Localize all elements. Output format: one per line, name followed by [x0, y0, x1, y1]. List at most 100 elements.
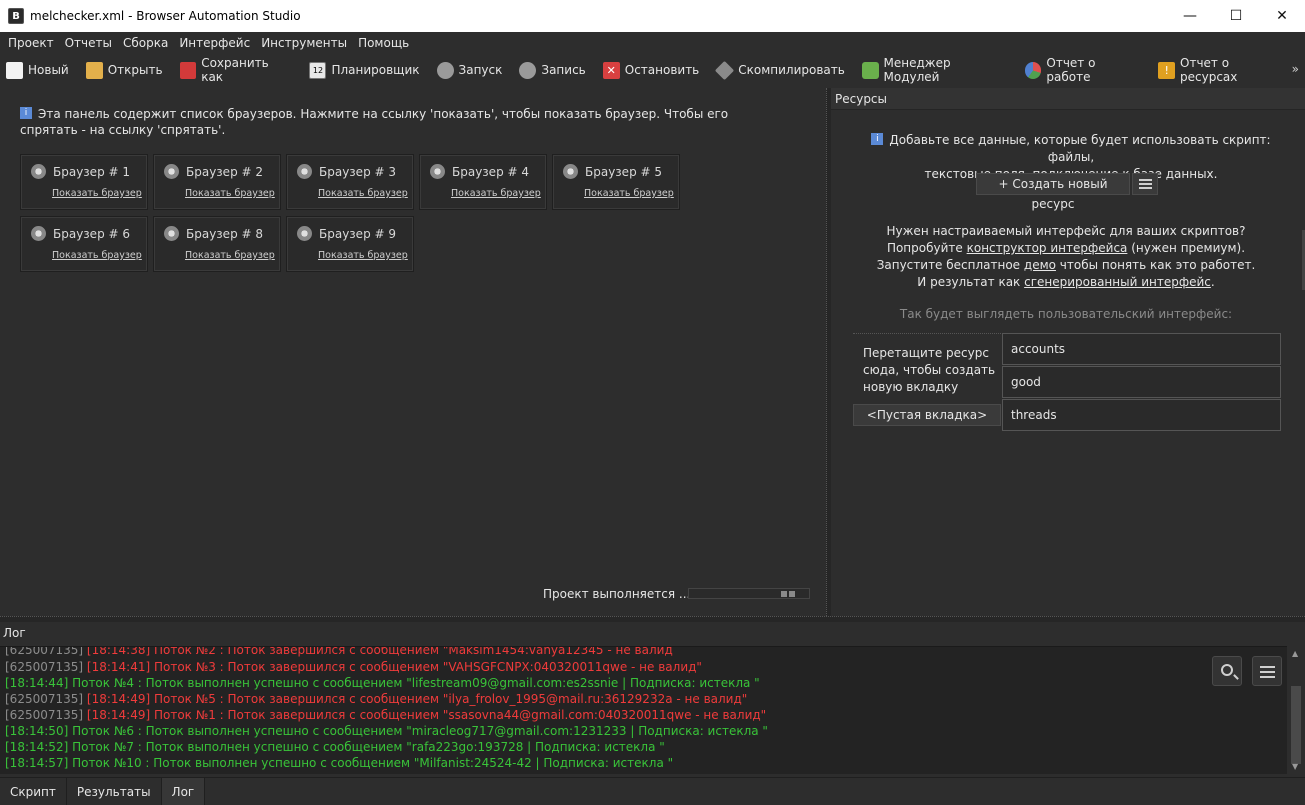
- browser-status-icon: [563, 164, 578, 179]
- stop-icon: ✕: [602, 61, 620, 79]
- close-button[interactable]: ✕: [1259, 0, 1305, 32]
- scheduler-button[interactable]: 12 Планировщик: [309, 61, 420, 79]
- resources-panel: Ресурсы i Добавьте все данные, которые бу…: [831, 88, 1305, 616]
- work-report-button[interactable]: Отчет о работе: [1024, 56, 1142, 84]
- tab-results[interactable]: Результаты: [66, 778, 162, 805]
- new-button-label: Новый: [28, 63, 69, 77]
- browser-name: Браузер # 1: [53, 164, 131, 179]
- browser-card: Браузер # 1 Показать браузер: [20, 154, 148, 210]
- empty-tab-button[interactable]: <Пустая вкладка>: [853, 404, 1001, 426]
- browser-card: Браузер # 8 Показать браузер: [153, 216, 281, 272]
- browser-card: Браузер # 3 Показать браузер: [286, 154, 414, 210]
- log-line: [625007135] [18:14:49] Поток №1 : Поток …: [5, 708, 767, 722]
- menu-icon: [1260, 666, 1275, 668]
- record-icon: [519, 61, 537, 79]
- browser-card: Браузер # 5 Показать браузер: [552, 154, 680, 210]
- info-icon: i: [871, 133, 884, 145]
- scroll-up-icon[interactable]: ▲: [1292, 649, 1298, 658]
- log-line: [18:14:44] Поток №4 : Поток выполнен усп…: [5, 676, 760, 690]
- tab-script[interactable]: Скрипт: [0, 778, 67, 805]
- browser-card: Браузер # 4 Показать браузер: [419, 154, 547, 210]
- scroll-thumb[interactable]: [1291, 686, 1301, 764]
- project-status: Проект выполняется ...: [543, 587, 691, 601]
- toolbar: Новый Открыть Сохранить как 12 Планировщи…: [0, 56, 1305, 84]
- browser-name: Браузер # 8: [186, 226, 264, 241]
- save-as-button[interactable]: Сохранить как: [179, 56, 293, 84]
- calendar-icon: 12: [309, 61, 327, 79]
- show-browser-link[interactable]: Показать браузер: [52, 250, 142, 261]
- resources-menu-button[interactable]: [1132, 173, 1158, 195]
- create-resource-button[interactable]: + Создать новый ресурс: [976, 173, 1130, 211]
- folder-icon: [85, 61, 103, 79]
- preview-caption: Так будет выглядеть пользовательский инт…: [899, 307, 1233, 321]
- browser-status-icon: [297, 164, 312, 179]
- resource-report-button[interactable]: ! Отчет о ресурсах: [1158, 56, 1288, 84]
- pie-chart-icon: [1024, 61, 1042, 79]
- scroll-down-icon[interactable]: ▼: [1292, 762, 1298, 771]
- log-scrollbar[interactable]: ▲ ▼: [1287, 646, 1305, 774]
- menu-help[interactable]: Помощь: [354, 36, 416, 50]
- toolbar-overflow-icon[interactable]: »: [1292, 62, 1299, 76]
- app-icon: B: [8, 8, 24, 24]
- resource-report-button-label: Отчет о ресурсах: [1180, 56, 1238, 84]
- bottom-tabs: Скрипт Результаты Лог: [0, 777, 1305, 805]
- puzzle-icon: [861, 61, 879, 79]
- show-browser-link[interactable]: Показать браузер: [185, 188, 275, 199]
- menu-project[interactable]: Проект: [4, 36, 61, 50]
- window-title: melchecker.xml - Browser Automation Stud…: [30, 9, 301, 23]
- show-browser-link[interactable]: Показать браузер: [52, 188, 142, 199]
- resource-field-threads[interactable]: threads: [1002, 399, 1281, 431]
- log-tools: [1212, 656, 1292, 686]
- show-browser-link[interactable]: Показать браузер: [318, 188, 408, 199]
- log-line: [18:14:50] Поток №6 : Поток выполнен усп…: [5, 724, 768, 738]
- compile-button-label: Скомпилировать: [738, 63, 845, 77]
- browser-name: Браузер # 6: [53, 226, 131, 241]
- browser-card: Браузер # 6 Показать браузер: [20, 216, 148, 272]
- menu-interface[interactable]: Интерфейс: [175, 36, 257, 50]
- promo-line1: Нужен настраиваемый интерфейс для ваших …: [886, 224, 1246, 238]
- progress-block: [789, 591, 795, 597]
- interface-promo: Нужен настраиваемый интерфейс для ваших …: [876, 224, 1256, 289]
- resources-info-line1: Добавьте все данные, которые будет испол…: [889, 133, 1271, 164]
- log-title: Лог: [0, 622, 1305, 646]
- stop-button[interactable]: ✕ Остановить: [602, 61, 699, 79]
- browser-status-icon: [430, 164, 445, 179]
- browser-status-icon: [31, 226, 46, 241]
- drop-zone[interactable]: Перетащите ресурс сюда, чтобы создать но…: [853, 333, 1001, 401]
- log-menu-button[interactable]: [1252, 656, 1282, 686]
- modules-button[interactable]: Менеджер Модулей: [861, 56, 1008, 84]
- log-line: [625007135] [18:14:49] Поток №5 : Поток …: [5, 692, 748, 706]
- maximize-button[interactable]: ☐: [1213, 0, 1259, 32]
- demo-link[interactable]: демо: [1024, 258, 1056, 272]
- resources-title: Ресурсы: [831, 88, 1305, 110]
- show-browser-link[interactable]: Показать браузер: [185, 250, 275, 261]
- browser-name: Браузер # 5: [585, 164, 663, 179]
- record-button[interactable]: Запись: [519, 61, 586, 79]
- new-button[interactable]: Новый: [6, 61, 69, 79]
- generated-interface-link[interactable]: сгенерированный интерфейс: [1024, 275, 1211, 289]
- log-line: [625007135] [18:14:41] Поток №3 : Поток …: [5, 660, 702, 674]
- menu-tools[interactable]: Инструменты: [257, 36, 354, 50]
- tab-log[interactable]: Лог: [161, 778, 206, 805]
- log-search-button[interactable]: [1212, 656, 1242, 686]
- browser-card: Браузер # 2 Показать браузер: [153, 154, 281, 210]
- menu-build[interactable]: Сборка: [119, 36, 175, 50]
- show-browser-link[interactable]: Показать браузер: [318, 250, 408, 261]
- resource-field-good[interactable]: good: [1002, 366, 1281, 398]
- run-button[interactable]: Запуск: [436, 61, 502, 79]
- browsers-panel: i Эта панель содержит список браузеров. Н…: [0, 88, 826, 616]
- browser-status-icon: [297, 226, 312, 241]
- constructor-link[interactable]: конструктор интерфейса: [967, 241, 1128, 255]
- window-controls: — ☐ ✕: [1167, 0, 1305, 32]
- compile-button[interactable]: Скомпилировать: [715, 60, 845, 80]
- browsers-info-text: Эта панель содержит список браузеров. На…: [20, 107, 729, 137]
- menu-reports[interactable]: Отчеты: [61, 36, 119, 50]
- open-button[interactable]: Открыть: [85, 61, 163, 79]
- show-browser-link[interactable]: Показать браузер: [584, 188, 674, 199]
- log-output[interactable]: [625007135] [18:14:38] Поток №2 : Поток …: [0, 646, 1287, 774]
- progress-indicator: [688, 588, 810, 599]
- minimize-button[interactable]: —: [1167, 0, 1213, 32]
- show-browser-link[interactable]: Показать браузер: [451, 188, 541, 199]
- play-icon: [436, 61, 454, 79]
- resource-field-accounts[interactable]: accounts: [1002, 333, 1281, 365]
